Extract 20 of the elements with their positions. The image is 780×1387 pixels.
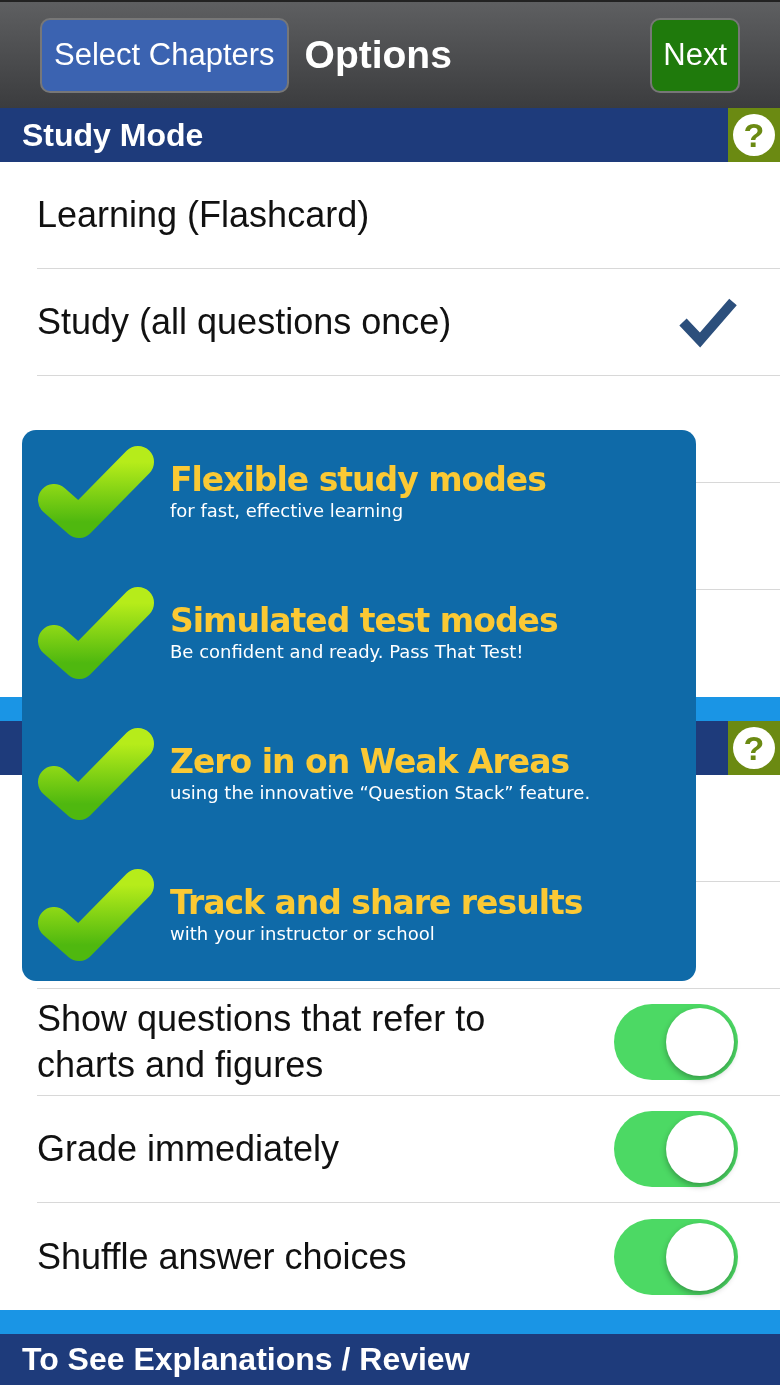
section-title: Study Mode [22,116,204,154]
back-button[interactable]: Select Chapters [40,17,289,93]
feature-title: Track and share results [170,882,583,923]
feature-title: Zero in on Weak Areas [170,741,571,782]
option-label: Shuffle answer choices [37,1234,407,1279]
next-button[interactable]: Next [650,17,740,93]
option-label[interactable]: Learning (Flashcard) [37,192,370,238]
feature-title: Flexible study modes [170,459,546,500]
help-button[interactable]: ? [728,721,780,775]
feature-subtitle: for fast, effective learning [170,499,405,522]
section-title: To See Explanations / Review [22,1341,470,1378]
option-label: Show questions that refer to charts and figures [37,997,487,1087]
option-label: Grade immediately [37,1127,340,1171]
feature-subtitle: with your instructor or school [170,922,436,945]
feature-subtitle: using the innovative “Question Stack” feature. [170,781,591,804]
help-button[interactable]: ? [728,108,780,162]
feature-title: Simulated test modes [170,600,558,641]
option-label[interactable]: Study (all questions once) [37,299,452,345]
screen-title: Options [304,33,452,77]
feature-subtitle: Be confident and ready. Pass That Test! [170,640,525,663]
